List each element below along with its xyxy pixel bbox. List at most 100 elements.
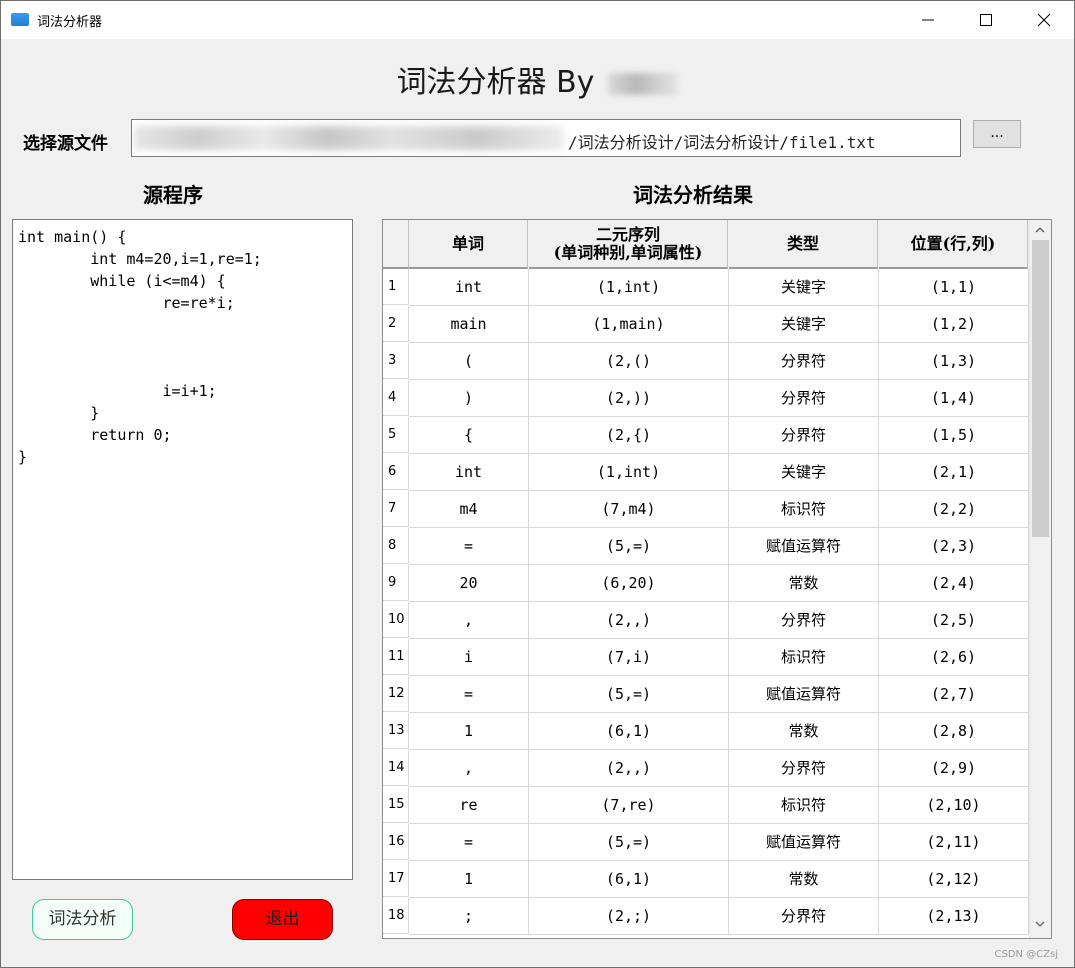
cell-position[interactable]: (2,6)	[879, 639, 1029, 676]
cell-tuple[interactable]: (2,,)	[529, 750, 729, 787]
cell-word[interactable]: m4	[409, 491, 529, 528]
cell-type[interactable]: 赋值运算符	[729, 528, 879, 565]
row-number[interactable]: 8	[383, 528, 409, 564]
cell-type[interactable]: 标识符	[729, 787, 879, 824]
table-row[interactable]: 11 i (7,i) 标识符 (2,6)	[383, 639, 1029, 676]
cell-position[interactable]: (2,8)	[879, 713, 1029, 750]
cell-tuple[interactable]: (7,i)	[529, 639, 729, 676]
row-number[interactable]: 17	[383, 861, 409, 897]
header-position[interactable]: 位置(行,列)	[879, 220, 1028, 269]
cell-type[interactable]: 关键字	[729, 269, 879, 306]
cell-word[interactable]: int	[409, 269, 529, 306]
cell-type[interactable]: 常数	[729, 565, 879, 602]
cell-type[interactable]: 常数	[729, 861, 879, 898]
table-row[interactable]: 5{(2,{) 分界符 (1,5)	[383, 417, 1029, 454]
table-row[interactable]: 3((2,() 分界符 (1,3)	[383, 343, 1029, 380]
table-row[interactable]: 2 main (1,main) 关键字 (1,2)	[383, 306, 1029, 343]
cell-position[interactable]: (1,4)	[879, 380, 1029, 417]
row-number[interactable]: 6	[383, 454, 409, 490]
row-number[interactable]: 1	[383, 269, 409, 305]
cell-position[interactable]: (1,2)	[879, 306, 1029, 343]
cell-position[interactable]: (2,9)	[879, 750, 1029, 787]
cell-position[interactable]: (2,4)	[879, 565, 1029, 602]
file-path-input[interactable]: /词法分析设计/词法分析设计/file1.txt	[131, 119, 961, 157]
row-number[interactable]: 16	[383, 824, 409, 860]
row-number[interactable]: 3	[383, 343, 409, 379]
cell-type[interactable]: 分界符	[729, 750, 879, 787]
table-row[interactable]: 18; (2,;) 分界符 (2,13)	[383, 898, 1029, 935]
cell-word[interactable]: =	[409, 676, 529, 713]
analyze-button[interactable]: 词法分析	[32, 899, 133, 940]
cell-word[interactable]: int	[409, 454, 529, 491]
table-row[interactable]: 12 = (5,=) 赋值运算符 (2,7)	[383, 676, 1029, 713]
row-number[interactable]: 12	[383, 676, 409, 712]
table-row[interactable]: 4) (2,)) 分界符 (1,4)	[383, 380, 1029, 417]
cell-type[interactable]: 标识符	[729, 491, 879, 528]
cell-type[interactable]: 分界符	[729, 343, 879, 380]
scroll-down-icon[interactable]	[1035, 920, 1045, 928]
browse-button[interactable]: ...	[973, 120, 1021, 148]
cell-position[interactable]: (2,2)	[879, 491, 1029, 528]
cell-type[interactable]: 赋值运算符	[729, 824, 879, 861]
cell-tuple[interactable]: (5,=)	[529, 676, 729, 713]
cell-position[interactable]: (2,7)	[879, 676, 1029, 713]
cell-type[interactable]: 关键字	[729, 306, 879, 343]
cell-position[interactable]: (1,3)	[879, 343, 1029, 380]
cell-word[interactable]: )	[409, 380, 529, 417]
row-number[interactable]: 5	[383, 417, 409, 453]
cell-word[interactable]: (	[409, 343, 529, 380]
row-number[interactable]: 2	[383, 306, 409, 342]
cell-tuple[interactable]: (5,=)	[529, 824, 729, 861]
cell-type[interactable]: 分界符	[729, 898, 879, 935]
cell-type[interactable]: 常数	[729, 713, 879, 750]
cell-tuple[interactable]: (1,int)	[529, 269, 729, 306]
cell-word[interactable]: ,	[409, 750, 529, 787]
row-number[interactable]: 4	[383, 380, 409, 416]
cell-tuple[interactable]: (2,{)	[529, 417, 729, 454]
cell-type[interactable]: 关键字	[729, 454, 879, 491]
cell-tuple[interactable]: (6,1)	[529, 861, 729, 898]
cell-tuple[interactable]: (7,m4)	[529, 491, 729, 528]
table-row[interactable]: 8 = (5,=) 赋值运算符 (2,3)	[383, 528, 1029, 565]
cell-tuple[interactable]: (2,,)	[529, 602, 729, 639]
cell-position[interactable]: (2,3)	[879, 528, 1029, 565]
table-row[interactable]: 6 int (1,int) 关键字 (2,1)	[383, 454, 1029, 491]
cell-word[interactable]: 1	[409, 861, 529, 898]
vertical-scrollbar[interactable]	[1029, 220, 1051, 938]
cell-position[interactable]: (2,10)	[879, 787, 1029, 824]
scrollbar-thumb[interactable]	[1032, 240, 1049, 537]
cell-tuple[interactable]: (2,()	[529, 343, 729, 380]
cell-tuple[interactable]: (2,))	[529, 380, 729, 417]
cell-tuple[interactable]: (7,re)	[529, 787, 729, 824]
cell-word[interactable]: {	[409, 417, 529, 454]
row-number[interactable]: 13	[383, 713, 409, 749]
row-number[interactable]: 9	[383, 565, 409, 601]
cell-type[interactable]: 分界符	[729, 380, 879, 417]
table-row[interactable]: 10, (2,,) 分界符 (2,5)	[383, 602, 1029, 639]
table-row[interactable]: 16 = (5,=) 赋值运算符 (2,11)	[383, 824, 1029, 861]
cell-word[interactable]: =	[409, 528, 529, 565]
close-button[interactable]	[1015, 1, 1073, 39]
cell-type[interactable]: 分界符	[729, 417, 879, 454]
table-row[interactable]: 17 1 (6,1) 常数 (2,12)	[383, 861, 1029, 898]
cell-position[interactable]: (2,1)	[879, 454, 1029, 491]
row-number[interactable]: 18	[383, 898, 409, 934]
table-row[interactable]: 9 20 (6,20) 常数 (2,4)	[383, 565, 1029, 602]
table-row[interactable]: 13 1 (6,1) 常数 (2,8)	[383, 713, 1029, 750]
header-type[interactable]: 类型	[729, 220, 878, 269]
exit-button[interactable]: 退出	[232, 899, 333, 940]
cell-tuple[interactable]: (2,;)	[529, 898, 729, 935]
cell-position[interactable]: (1,5)	[879, 417, 1029, 454]
cell-word[interactable]: =	[409, 824, 529, 861]
row-number[interactable]: 11	[383, 639, 409, 675]
cell-position[interactable]: (2,5)	[879, 602, 1029, 639]
cell-word[interactable]: main	[409, 306, 529, 343]
maximize-button[interactable]	[957, 1, 1015, 39]
cell-word[interactable]: ;	[409, 898, 529, 935]
cell-tuple[interactable]: (6,20)	[529, 565, 729, 602]
source-code-editor[interactable]: int main() { int m4=20,i=1,re=1; while (…	[12, 219, 353, 880]
cell-type[interactable]: 标识符	[729, 639, 879, 676]
row-number[interactable]: 14	[383, 750, 409, 786]
cell-tuple[interactable]: (6,1)	[529, 713, 729, 750]
cell-word[interactable]: re	[409, 787, 529, 824]
